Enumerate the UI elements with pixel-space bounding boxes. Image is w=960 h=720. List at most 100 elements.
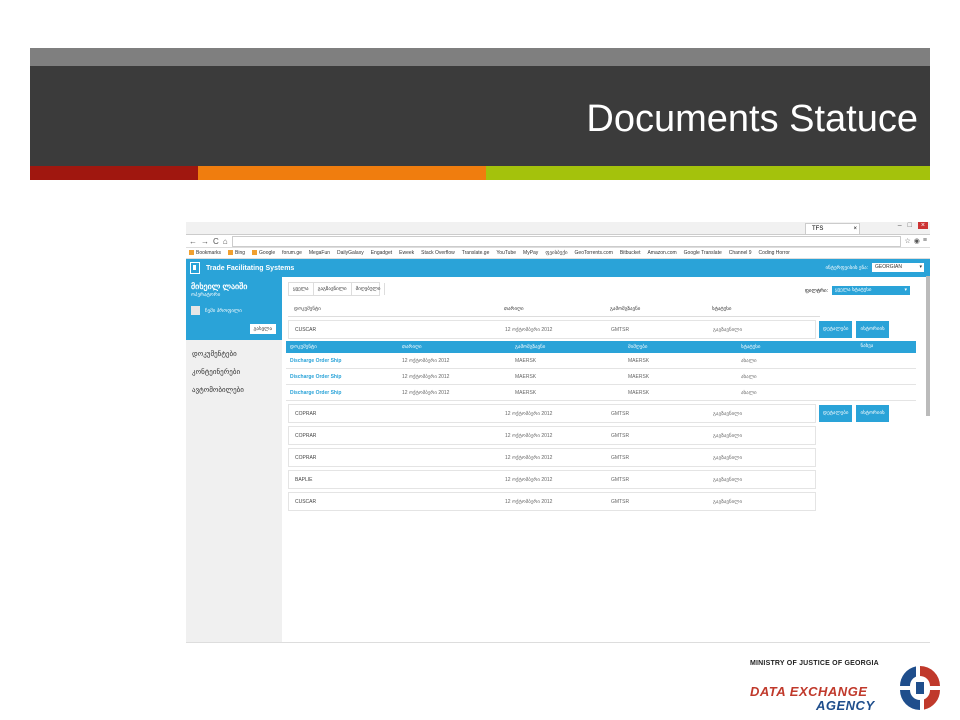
stripe-red [30, 166, 198, 180]
cell-document-link[interactable]: Discharge Order Ship [290, 358, 402, 364]
status-filter: ფილტრი: ყველა სტატუსი ▾ [805, 286, 910, 295]
minimize-icon[interactable]: – [898, 222, 902, 229]
column-header: მიმღები [628, 344, 648, 350]
bookmark-item[interactable]: Coding Horror [759, 250, 790, 256]
browser-nav-bar: ← → C ⌂ ☆ ◉ ≡ [186, 235, 930, 248]
cell-sender: GMTSR [611, 454, 630, 461]
extension-icon[interactable]: ◉ [914, 237, 920, 245]
cell-status: გაგზავნილი [713, 476, 743, 483]
cell-document: COPRAR [295, 432, 317, 439]
cell-date: 12 ოქტომბერი 2012 [505, 476, 553, 483]
logo-agency-text: AGENCY [816, 698, 875, 713]
cell-status: ახალი [741, 373, 757, 380]
browser-tab-strip: TFS × – □ × [186, 222, 930, 235]
bookmark-item[interactable]: Engadget [371, 250, 392, 256]
filter-dropdown[interactable]: ყველა სტატუსი ▾ [832, 286, 910, 295]
maximize-icon[interactable]: □ [908, 222, 912, 229]
cell-date: 12 ოქტომბერი 2012 [402, 357, 450, 364]
slide-top-bar [30, 48, 930, 66]
details-button[interactable]: დეტალები [819, 405, 853, 422]
profile-link[interactable]: ჩემი პროფილი [205, 308, 242, 314]
close-icon[interactable]: × [853, 224, 857, 235]
cell-document-link[interactable]: Discharge Order Ship [290, 374, 402, 380]
browser-tab[interactable]: TFS × [805, 223, 860, 234]
language-dropdown[interactable]: GEORGIAN ▾ [872, 263, 924, 272]
cell-document-link[interactable]: Discharge Order Ship [290, 390, 402, 396]
bookmark-item[interactable]: MyPay [523, 250, 538, 256]
cell-document: COPRAR [295, 410, 317, 417]
history-button[interactable]: ისტორიის ნახვა [856, 405, 889, 433]
menu-icon[interactable]: ≡ [923, 237, 927, 245]
history-button[interactable]: ისტორიის ნახვა [856, 321, 889, 349]
bookmark-item[interactable]: YouTube [496, 250, 516, 256]
cell-document: CUSCAR [295, 498, 317, 505]
table-row[interactable]: COPRAR 12 ოქტომბერი 2012 GMTSR გაგზავნილ… [288, 448, 816, 467]
home-icon[interactable]: ⌂ [223, 237, 228, 246]
sub-table-header: დოკუმენტი თარიღი გამომგზავნი მიმღები სტა… [286, 341, 916, 353]
main-content: ყველა გაგზავნილი მიღებული ფილტრი: ყველა … [286, 282, 920, 511]
bookmark-item[interactable]: Bing [228, 250, 245, 256]
sidebar-item-containers[interactable]: კონტეინერები [192, 368, 276, 376]
stripe-green [486, 166, 930, 180]
table-row[interactable]: BAPLIE 12 ოქტომბერი 2012 GMTSR გაგზავნილ… [288, 470, 816, 489]
filter-value: ყველა სტატუსი [835, 287, 872, 293]
sidebar-item-vehicles[interactable]: ავტომობილები [192, 386, 276, 394]
sub-table-row[interactable]: Discharge Order Ship 12 ოქტომბერი 2012 M… [286, 353, 916, 369]
cell-sender: GMTSR [611, 432, 630, 439]
column-header: თარიღი [504, 306, 524, 312]
table-row[interactable]: CUSCAR 12 ოქტომბერი 2012 GMTSR გაგზავნილ… [288, 320, 889, 349]
cell-date: 12 ოქტომბერი 2012 [402, 389, 450, 396]
sidebar-item-documents[interactable]: დოკუმენტები [192, 350, 276, 358]
bookmark-item[interactable]: Translate.ge [462, 250, 490, 256]
language-label: ინტერფეისის ენა: [825, 264, 868, 271]
address-bar[interactable] [231, 235, 901, 247]
app-header: Trade Facilitating Systems ინტერფეისის ე… [186, 259, 930, 277]
bookmark-item[interactable]: Stack Overflow [421, 250, 455, 256]
slide-title-band: Documents Statuce [30, 66, 930, 166]
sub-table-row[interactable]: Discharge Order Ship 12 ოქტომბერი 2012 M… [286, 369, 916, 385]
table-row[interactable]: COPRAR 12 ოქტომბერი 2012 GMTSR გაგზავნილ… [288, 426, 816, 445]
cell-date: 12 ოქტომბერი 2012 [402, 373, 450, 380]
reload-icon[interactable]: C [213, 237, 219, 246]
details-button[interactable]: დეტალები [819, 321, 853, 338]
column-header: გამომგზავნი [610, 306, 641, 312]
tab-all[interactable]: ყველა [289, 283, 314, 295]
language-value: GEORGIAN [875, 264, 902, 270]
star-icon[interactable]: ☆ [905, 237, 911, 245]
cell-receiver: MAERSK [628, 373, 650, 380]
back-icon[interactable]: ← [189, 237, 197, 246]
bookmark-item[interactable]: Channel 9 [729, 250, 752, 256]
scrollbar[interactable] [926, 276, 930, 416]
column-header: თარიღი [402, 344, 422, 350]
tab-received[interactable]: მიღებული [352, 283, 386, 295]
bookmark-item[interactable]: Bookmarks [189, 250, 221, 256]
bookmark-item[interactable]: GeoTorrents.com [575, 250, 613, 256]
sub-document-table: დოკუმენტი თარიღი გამომგზავნი მიმღები სტა… [286, 341, 916, 401]
bookmark-item[interactable]: Eweek [399, 250, 414, 256]
sub-table-row[interactable]: Discharge Order Ship 12 ოქტომბერი 2012 M… [286, 385, 916, 401]
table-row[interactable]: COPRAR 12 ოქტომბერი 2012 GMTSR გაგზავნილ… [288, 404, 889, 433]
logout-button[interactable]: გასვლა [249, 324, 276, 334]
cell-receiver: MAERSK [628, 389, 650, 396]
bookmark-item[interactable]: Bitbucket [620, 250, 641, 256]
bookmark-item[interactable]: DailyGalaxy [337, 250, 364, 256]
bookmark-item[interactable]: Amazon.com [647, 250, 676, 256]
slide-title: Documents Statuce [586, 98, 918, 140]
user-role: ოპერატორი [191, 292, 221, 298]
bookmark-item[interactable]: ფეისბუქი [545, 250, 567, 256]
cell-status: ახალი [741, 389, 757, 396]
filter-label: ფილტრი: [804, 287, 828, 294]
user-profile-panel: მიხეილ ლაიში ოპერატორი ჩემი პროფილი გასვ… [186, 276, 282, 340]
cell-date: 12 ოქტომბერი 2012 [505, 410, 553, 417]
forward-icon[interactable]: → [201, 237, 209, 246]
agency-logo: MINISTRY OF JUSTICE OF GEORGIA DATA EXCH… [748, 660, 944, 716]
bookmark-item[interactable]: MegaFun [309, 250, 330, 256]
table-row[interactable]: CUSCAR 12 ოქტომბერი 2012 GMTSR გაგზავნილ… [288, 492, 816, 511]
bookmark-item[interactable]: forum.ge [282, 250, 302, 256]
bookmark-item[interactable]: Google [252, 250, 275, 256]
close-window-icon[interactable]: × [917, 222, 928, 229]
cell-date: 12 ოქტომბერი 2012 [505, 454, 553, 461]
extension-icons: ☆ ◉ ≡ [905, 237, 927, 245]
bookmark-item[interactable]: Google Translate [684, 250, 722, 256]
tab-sent[interactable]: გაგზავნილი [314, 283, 352, 295]
